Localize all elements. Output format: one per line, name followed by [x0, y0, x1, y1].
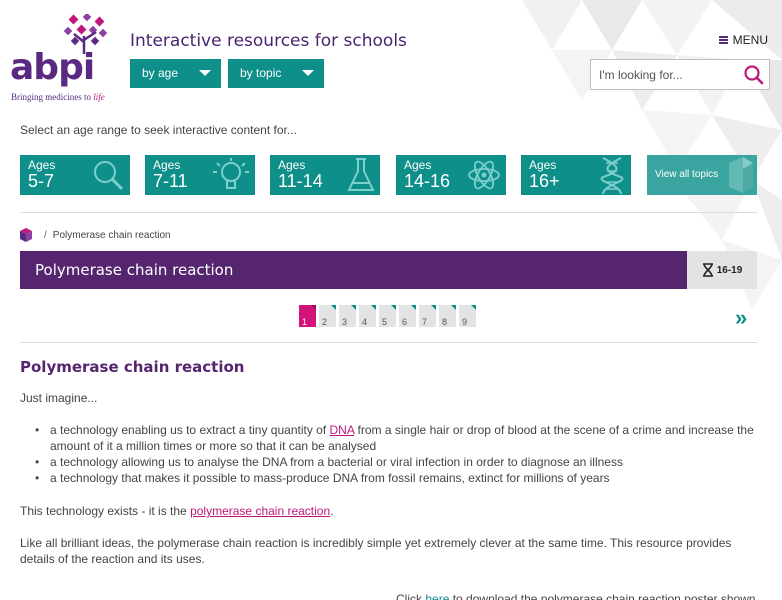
- age-dropdown-label: by age: [142, 66, 179, 80]
- article-bullet-list: a technology enabling us to extract a ti…: [35, 422, 755, 486]
- article-paragraph: Like all brilliant ideas, the polymerase…: [20, 536, 732, 566]
- age-dropdown[interactable]: by age: [130, 59, 221, 88]
- site-title: Interactive resources for schools: [130, 31, 407, 51]
- article-paragraph: This technology exists - it is the polym…: [20, 504, 334, 518]
- view-all-topics-tile[interactable]: View all topics: [647, 155, 757, 195]
- download-poster-text: Click here to download the polymerase ch…: [396, 591, 756, 600]
- page-4-button[interactable]: 4: [359, 305, 376, 327]
- site-header: abpi Bringing medicines to life Interact…: [0, 0, 782, 110]
- page-6-button[interactable]: 6: [399, 305, 416, 327]
- page-title: Polymerase chain reaction: [35, 261, 234, 279]
- abpi-logo[interactable]: abpi Bringing medicines to life: [10, 14, 110, 104]
- breadcrumb: / Polymerase chain reaction: [20, 228, 171, 242]
- hamburger-icon: [718, 36, 728, 44]
- dna-link[interactable]: DNA: [330, 423, 355, 437]
- tile-range: 11-14: [278, 171, 323, 191]
- breadcrumb-current: Polymerase chain reaction: [52, 229, 171, 241]
- page-title-banner: Polymerase chain reaction: [20, 251, 687, 289]
- age-range-badge: 16-19: [687, 251, 757, 289]
- chevron-down-icon: [199, 70, 211, 76]
- article: Polymerase chain reaction Just imagine..…: [20, 358, 760, 600]
- page-7-button[interactable]: 7: [419, 305, 436, 327]
- dna-icon: [600, 157, 624, 195]
- tile-range: 5-7: [28, 171, 55, 191]
- age-tile-7-11[interactable]: Ages 7-11: [145, 155, 255, 195]
- hourglass-icon: [702, 263, 713, 277]
- logo-wordmark: abpi: [10, 47, 95, 88]
- tile-range: 14-16: [404, 171, 451, 191]
- magnifier-icon: [94, 161, 124, 191]
- atom-icon: [468, 160, 500, 190]
- tile-label: Ages: [529, 158, 557, 172]
- age-range-label: 16-19: [716, 264, 743, 276]
- tile-label: Ages: [28, 158, 56, 172]
- next-page-button[interactable]: »: [735, 305, 747, 331]
- view-all-topics-label: View all topics: [655, 169, 719, 180]
- list-item: a technology allowing us to analyse the …: [35, 454, 755, 470]
- page-5-button[interactable]: 5: [379, 305, 396, 327]
- logo-tagline: Bringing medicines to life: [11, 92, 105, 102]
- page-navigator: 1 2 3 4 5 6 7 8 9: [299, 305, 476, 327]
- tile-label: Ages: [153, 158, 181, 172]
- article-heading: Polymerase chain reaction: [20, 358, 245, 376]
- divider: [20, 342, 757, 343]
- page-1-button[interactable]: 1: [299, 305, 316, 327]
- download-here-link[interactable]: here: [425, 592, 449, 600]
- tile-label: Ages: [278, 158, 306, 172]
- flask-icon: [347, 158, 375, 191]
- age-tiles: Ages 5-7 Ages 7-11 Ages 11-14 Ages 14-16: [20, 155, 757, 195]
- tile-label: Ages: [404, 158, 432, 172]
- page-9-button[interactable]: 9: [459, 305, 476, 327]
- topic-dropdown[interactable]: by topic: [228, 59, 324, 88]
- age-tile-16-plus[interactable]: Ages 16+: [521, 155, 631, 195]
- list-item: a technology enabling us to extract a ti…: [35, 422, 755, 454]
- cube-icon: [729, 157, 753, 193]
- page-8-button[interactable]: 8: [439, 305, 456, 327]
- divider: [20, 212, 757, 213]
- pcr-link[interactable]: polymerase chain reaction: [190, 504, 330, 518]
- age-range-prompt: Select an age range to seek interactive …: [20, 123, 297, 137]
- age-tile-11-14[interactable]: Ages 11-14: [270, 155, 380, 195]
- menu-label: MENU: [732, 33, 768, 47]
- home-icon[interactable]: [20, 228, 32, 242]
- age-tile-14-16[interactable]: Ages 14-16: [396, 155, 506, 195]
- age-tile-5-7[interactable]: Ages 5-7: [20, 155, 130, 195]
- list-item: a technology that makes it possible to m…: [35, 470, 755, 486]
- tile-range: 16+: [529, 171, 560, 191]
- menu-button[interactable]: MENU: [718, 33, 768, 47]
- search-box: [590, 59, 770, 90]
- page-2-button[interactable]: 2: [319, 305, 336, 327]
- tile-range: 7-11: [153, 171, 188, 191]
- chevron-down-icon: [302, 70, 314, 76]
- search-input[interactable]: [591, 60, 731, 89]
- topic-dropdown-label: by topic: [240, 66, 282, 80]
- article-intro: Just imagine...: [20, 391, 98, 405]
- breadcrumb-separator: /: [44, 229, 47, 241]
- lightbulb-icon: [213, 158, 249, 189]
- search-icon[interactable]: [743, 64, 765, 86]
- page-3-button[interactable]: 3: [339, 305, 356, 327]
